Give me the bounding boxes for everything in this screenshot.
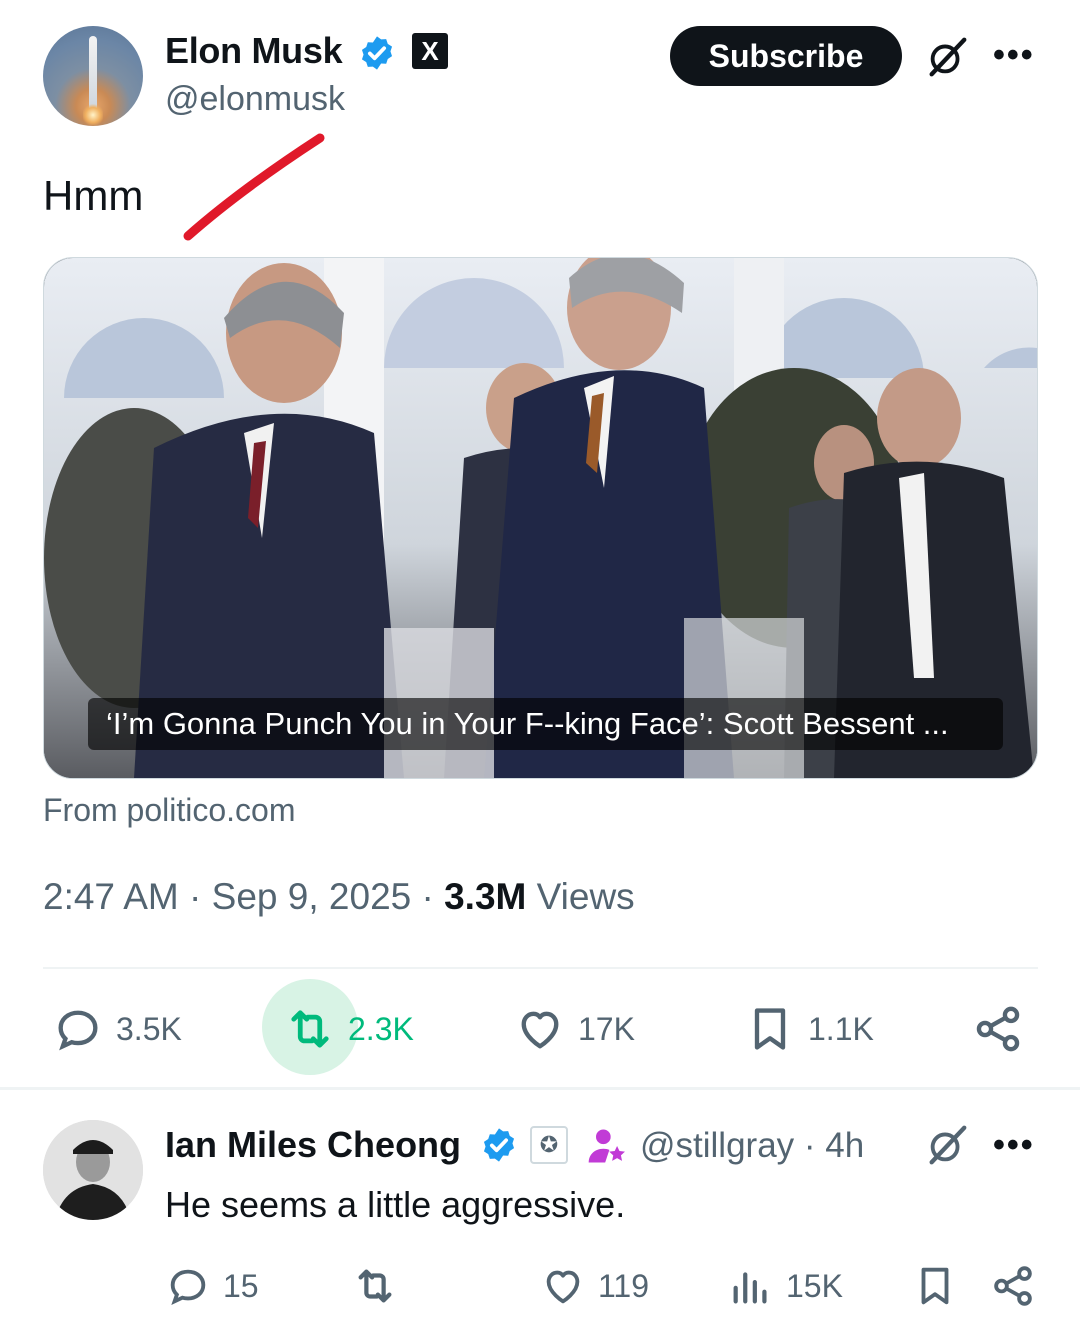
reply-like-count: 119 [598,1267,650,1304]
reply-icon [170,1269,206,1305]
post-meta: 2:47 AM · Sep 9, 2025 · 3.3M Views [43,876,635,917]
subscribe-button[interactable]: Subscribe [670,26,902,86]
heart-icon [546,1270,580,1304]
reply-time: · 4h [803,1126,865,1165]
share-icon [976,1006,1020,1052]
post-date[interactable]: Sep 9, 2025 [212,876,412,917]
bookmark-icon [921,1267,949,1305]
verified-badge-icon [361,36,393,70]
heart-icon [521,1011,559,1049]
red-annotation-stroke [183,133,325,241]
more-options-icon[interactable]: ••• [993,36,1035,75]
reply-count: 3.5K [116,1010,182,1047]
repost-button[interactable]: 2.3K [284,1003,414,1055]
share-button[interactable] [972,1003,1036,1055]
reply-icon [58,1010,98,1051]
reply-bookmark-button[interactable] [912,1262,970,1310]
reply-like-button[interactable]: 119 [540,1262,649,1310]
author-avatar[interactable] [43,26,143,126]
reply-reply-count: 15 [223,1267,259,1304]
views-label: Views [536,876,635,917]
reply-views-count: 15K [786,1267,843,1304]
reply-views-button[interactable]: 15K [728,1262,843,1310]
link-card-caption[interactable]: ‘I’m Gonna Punch You in Your F--king Fac… [88,698,1003,750]
bookmark-count: 1.1K [808,1010,874,1047]
reply-reply-button[interactable]: 15 [165,1262,259,1310]
post-time[interactable]: 2:47 AM [43,876,179,917]
divider [43,967,1038,969]
repost-count: 2.3K [348,1010,414,1047]
bookmark-icon [754,1008,786,1050]
repost-icon [291,1010,329,1048]
views-count: 3.3M [444,876,527,917]
repost-icon [358,1269,392,1303]
share-icon [994,1266,1032,1306]
analytics-icon [733,1272,767,1304]
reply-author-handle[interactable]: @stillgray · 4h [640,1126,864,1166]
reply-text: He seems a little aggressive. [165,1184,626,1225]
x-affiliate-icon: X [412,33,448,69]
grok-icon[interactable] [924,1122,970,1168]
affiliate-badge-icon: ✪ [530,1126,568,1164]
link-source[interactable]: From politico.com [43,792,296,829]
reply-share-button[interactable] [990,1262,1048,1310]
section-divider [0,1087,1080,1090]
like-button[interactable]: 17K [514,1003,635,1055]
reply-button[interactable]: 3.5K [52,1003,182,1055]
author-handle[interactable]: @elonmusk [165,80,345,119]
bookmark-button[interactable]: 1.1K [744,1003,874,1055]
author-name[interactable]: Elon Musk [165,30,343,72]
reply-repost-button[interactable] [352,1262,410,1310]
post-text: Hmm [43,172,144,219]
reply-author-name[interactable]: Ian Miles Cheong [165,1124,461,1166]
reply-author-avatar[interactable] [43,1120,143,1220]
verified-badge-icon [483,1128,515,1162]
more-options-icon[interactable]: ••• [993,1126,1035,1165]
grok-icon[interactable] [924,34,970,80]
like-count: 17K [578,1010,635,1047]
person-star-icon [588,1129,625,1163]
